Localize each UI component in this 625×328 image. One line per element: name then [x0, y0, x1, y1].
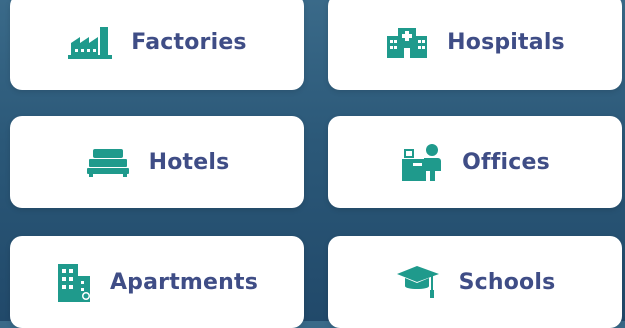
category-label: Schools [458, 269, 556, 295]
category-label: Hospitals [447, 29, 565, 55]
category-label: Factories [131, 29, 247, 55]
category-label: Offices [462, 149, 550, 175]
category-card-hotels[interactable]: Hotels [10, 116, 304, 208]
office-worker-icon [400, 143, 444, 181]
category-card-offices[interactable]: Offices [328, 116, 622, 208]
category-label: Apartments [109, 269, 259, 295]
category-card-schools[interactable]: Schools [328, 236, 622, 328]
category-grid: Factories Hospitals Hotels Offices Apart… [0, 0, 625, 328]
category-card-apartments[interactable]: Apartments [10, 236, 304, 328]
hospital-icon [385, 26, 429, 58]
graduation-cap-icon [395, 264, 441, 300]
bed-icon [85, 147, 131, 177]
factory-icon [67, 25, 113, 59]
category-label: Hotels [148, 149, 230, 175]
category-card-factories[interactable]: Factories [10, 0, 304, 90]
category-card-hospitals[interactable]: Hospitals [328, 0, 622, 90]
apartment-building-icon [56, 262, 92, 302]
